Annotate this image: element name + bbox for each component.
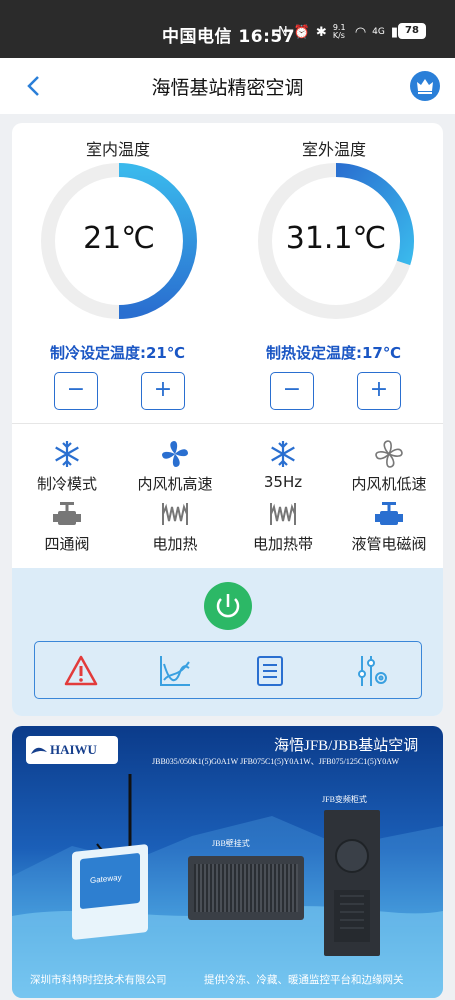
signal-label: 4G: [372, 27, 385, 37]
status-frequency: 35Hz: [228, 439, 338, 491]
gateway-panel: Gateway: [80, 852, 140, 910]
status-cooling-mode: 制冷模式: [12, 439, 122, 494]
cooling-setpoint: 制冷设定温度:21℃: [50, 344, 186, 362]
status-four-way-valve: 四通阀: [12, 499, 122, 554]
nfc-icon: N: [278, 24, 288, 40]
status-label: 内风机低速: [351, 475, 427, 493]
wall-unit-illustration: [188, 856, 304, 920]
net-speed: 9.1 K/s: [332, 23, 346, 40]
status-label: 液管电磁阀: [351, 535, 427, 553]
power-icon: [216, 594, 240, 618]
logo-text: HAIWU: [50, 742, 97, 757]
heater-icon: [270, 503, 296, 525]
heating-setpoint: 制热设定温度:17℃: [266, 344, 402, 362]
alarm-icon[interactable]: [64, 654, 98, 688]
haiwu-logo: HAIWU: [26, 736, 118, 764]
power-button[interactable]: [204, 582, 252, 630]
list-icon[interactable]: [253, 654, 287, 688]
cooling-decrease-button[interactable]: −: [54, 372, 98, 410]
app-header: 海悟基站精密空调: [0, 58, 455, 114]
status-liquid-solenoid-valve: 液管电磁阀: [334, 499, 443, 554]
valve-icon: [375, 502, 403, 525]
banner-slogan: 提供冷冻、冷藏、暖通监控平台和边缘网关: [204, 975, 404, 986]
status-label: 电加热带: [252, 535, 313, 553]
cabinet-fan-icon: [334, 839, 370, 942]
chart-icon[interactable]: [158, 654, 192, 688]
gateway-label: Gateway: [90, 872, 122, 886]
status-icons: N ⏰ ✱ 9.1 K/s ◠ 4G ▮: [278, 24, 398, 40]
outdoor-temp-value: 31.1℃: [285, 221, 387, 256]
wifi-icon: ◠: [354, 24, 367, 40]
crown-icon[interactable]: [410, 71, 440, 101]
snowflake-icon: [55, 441, 79, 467]
bluetooth-icon: ✱: [315, 24, 327, 40]
gateway-device: Gateway: [72, 844, 148, 940]
status-electric-heater: 电加热: [120, 499, 230, 554]
cabinet-unit-illustration: [324, 810, 380, 956]
jfb-tag: JFB变频柜式: [322, 795, 367, 804]
status-inner-fan-high: 内风机高速: [120, 439, 230, 494]
heating-decrease-button[interactable]: −: [270, 372, 314, 410]
outdoor-temp-title: 室外温度: [302, 140, 367, 159]
battery-icon: 78: [398, 23, 426, 39]
main-card: 室内温度 21℃ 制冷设定温度:21℃ − + 室外温度 31.1℃ 制热设定温…: [12, 123, 443, 716]
banner-title: 海悟JFB/JBB基站空调: [274, 738, 419, 754]
status-inner-fan-low: 内风机低速: [334, 439, 443, 494]
cooling-increase-button[interactable]: +: [141, 372, 185, 410]
status-bar: 中国电信 16:57 N ⏰ ✱ 9.1 K/s ◠ 4G ▮ 78: [0, 0, 455, 58]
status-label: 35Hz: [263, 473, 303, 491]
fan-icon: [162, 441, 188, 467]
alarm-clock-icon: ⏰: [293, 24, 310, 40]
heating-increase-button[interactable]: +: [357, 372, 401, 410]
fan-icon: [375, 440, 403, 468]
signal-icon: ▮: [390, 24, 399, 40]
settings-icon[interactable]: [355, 654, 389, 688]
status-label: 四通阀: [44, 535, 90, 553]
banner-models: JBB035/050K1(5)G0A1W JFB075C1(5)Y0A1W、JF…: [152, 757, 399, 766]
indoor-temp-title: 室内温度: [86, 140, 151, 159]
heater-icon: [162, 503, 188, 525]
status-label: 内风机高速: [137, 475, 213, 493]
status-label: 电加热: [152, 535, 198, 553]
carrier-time: 中国电信 16:57: [162, 27, 296, 47]
control-panel: [12, 568, 443, 716]
status-heater-band: 电加热带: [228, 499, 338, 554]
status-label: 制冷模式: [36, 475, 97, 493]
divider: [12, 423, 443, 424]
valve-icon: [53, 502, 81, 525]
toolbar: [34, 641, 422, 699]
jbb-tag: JBB壁挂式: [212, 839, 250, 848]
indoor-temp-value: 21℃: [83, 221, 155, 256]
banner-company: 深圳市科特时控技术有限公司: [30, 975, 167, 986]
snowflake-icon: [271, 441, 295, 467]
page-title: 海悟基站精密空调: [151, 77, 304, 99]
promo-banner[interactable]: HAIWU 海悟JFB/JBB基站空调 JBB035/050K1(5)G0A1W…: [12, 726, 443, 998]
logo-mark-icon: [31, 747, 47, 754]
